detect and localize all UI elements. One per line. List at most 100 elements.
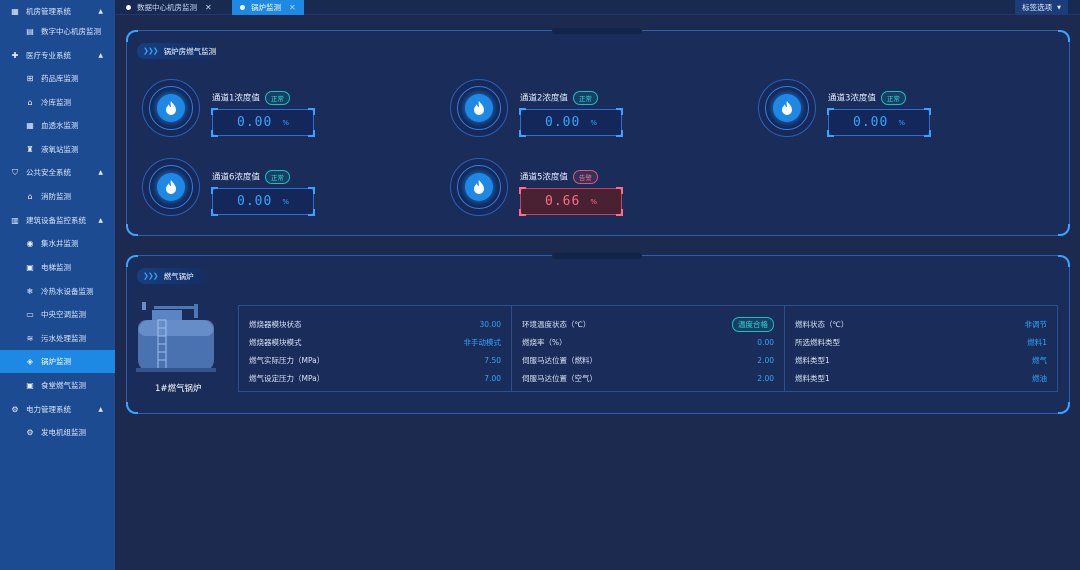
boiler-icon: ◈ xyxy=(26,357,34,366)
tab-dot-icon xyxy=(240,5,245,10)
sidebar-item[interactable]: ▭ 中央空调监测 xyxy=(0,303,115,326)
panel-corner xyxy=(1058,30,1070,42)
sidebar-item[interactable]: ≋ 污水处理监测 xyxy=(0,327,115,350)
boiler-info-table: 燃烧器模块状态 30.00 燃烧器模块模式 非手动模式 燃气实际压力（MPa） 7.50 燃… xyxy=(238,305,1058,392)
box-corner xyxy=(924,108,931,115)
box-corner xyxy=(308,130,315,137)
info-row: 伺服马达位置（燃料） 2.00 xyxy=(522,351,774,369)
panel-title-text: 锅炉房燃气监测 xyxy=(163,46,217,56)
concentration-value: 0.00 xyxy=(853,115,889,130)
panel-corner xyxy=(126,402,138,414)
box-corner xyxy=(211,108,218,115)
cold-storage-icon: ⌂ xyxy=(27,98,33,107)
sidebar-item[interactable]: ◈ 锅炉监测 xyxy=(0,350,115,373)
sidebar-group[interactable]: ✚ 医疗专业系统 ▲ xyxy=(0,44,115,67)
panel-corner xyxy=(1058,224,1070,236)
sidebar-item-label: 建筑设备监控系统 xyxy=(26,216,86,225)
info-row: 燃气设定压力（MPa） 7.00 xyxy=(249,369,501,387)
sidebar-group[interactable]: ⛉ 公共安全系统 ▲ xyxy=(0,161,115,184)
info-value: 7.00 xyxy=(484,373,501,383)
box-corner xyxy=(616,209,623,216)
info-key: 燃料类型1 xyxy=(795,355,830,365)
tab-label: 数据中心机房监测 xyxy=(137,3,197,12)
concentration-unit: % xyxy=(282,197,289,206)
aircon-icon: ▭ xyxy=(26,310,34,319)
tag-options-button[interactable]: 标签选项 ▼ xyxy=(1015,0,1068,15)
server-icon: ▤ xyxy=(26,27,34,36)
panel-corner xyxy=(126,30,138,42)
info-row: 燃气实际压力（MPa） 7.50 xyxy=(249,351,501,369)
generator-icon: ⚙ xyxy=(26,428,34,437)
status-badge: 告警 xyxy=(572,170,598,184)
building-monitor-icon: ▥ xyxy=(11,216,19,225)
sidebar-item-label: 电力管理系统 xyxy=(26,405,71,414)
concentration-value: 0.00 xyxy=(237,115,273,130)
channel-name: 通道6浓度值 xyxy=(212,172,260,183)
info-row: 燃料状态（℃） 非调节 xyxy=(795,315,1047,333)
power-icon: ⚙ xyxy=(11,405,19,414)
close-icon[interactable]: ✕ xyxy=(289,3,296,12)
box-corner xyxy=(827,108,834,115)
info-value: 非手动模式 xyxy=(463,337,502,347)
sidebar-item[interactable]: ▣ 电梯监测 xyxy=(0,256,115,279)
concentration-value-box: 0.66% xyxy=(519,187,623,216)
panel-title: ❯❯❯ 锅炉房燃气监测 xyxy=(137,43,217,59)
sidebar-item[interactable]: ▣ 食堂燃气监测 xyxy=(0,374,115,397)
info-row: 燃料类型1 燃气 xyxy=(795,351,1047,369)
status-badge: 正常 xyxy=(264,170,290,184)
chevron-up-icon: ▲ xyxy=(98,8,103,15)
panel-notch xyxy=(552,253,642,259)
info-key: 伺服马达位置（空气） xyxy=(522,373,597,383)
info-row: 伺服马达位置（空气） 2.00 xyxy=(522,369,774,387)
tab-data-center[interactable]: 数据中心机房监测 ✕ xyxy=(118,0,220,15)
sidebar-item[interactable]: ⚙ 发电机组监测 xyxy=(0,421,115,444)
flame-icon xyxy=(465,173,493,201)
sewage-icon: ≋ xyxy=(26,334,34,343)
sidebar-item-label: 药品库监测 xyxy=(41,74,79,83)
info-value: 2.00 xyxy=(757,355,774,365)
box-corner xyxy=(616,187,623,194)
sidebar-item[interactable]: ▦ 血透水监测 xyxy=(0,114,115,137)
flame-icon xyxy=(465,94,493,122)
tab-boiler[interactable]: 锅炉监测 ✕ xyxy=(232,0,304,15)
concentration-unit: % xyxy=(282,118,289,127)
sidebar-item[interactable]: ◉ 集水井监测 xyxy=(0,232,115,255)
sidebar-item[interactable]: ⌂ 消防监测 xyxy=(0,185,115,208)
sidebar-group[interactable]: ▥ 建筑设备监控系统 ▲ xyxy=(0,209,115,232)
chevron-up-icon: ▲ xyxy=(98,217,103,224)
concentration-unit: % xyxy=(898,118,905,127)
info-key: 燃烧率（%） xyxy=(522,337,567,347)
caret-down-icon: ▼ xyxy=(1057,4,1061,11)
flame-icon xyxy=(773,94,801,122)
info-value: 燃气 xyxy=(1032,355,1047,365)
close-icon[interactable]: ✕ xyxy=(205,3,212,12)
sidebar-item-label: 数字中心机房监测 xyxy=(41,27,101,36)
tab-dot-icon xyxy=(126,5,131,10)
sidebar-item[interactable]: ❄ 冷热水设备监测 xyxy=(0,280,115,303)
sidebar-item[interactable]: ⊞ 药品库监测 xyxy=(0,67,115,90)
info-row: 燃烧器模块状态 30.00 xyxy=(249,315,501,333)
sidebar-item[interactable]: ▤ 数字中心机房监测 xyxy=(0,20,115,43)
info-row: 燃烧器模块模式 非手动模式 xyxy=(249,333,501,351)
sidebar-item-label: 锅炉监测 xyxy=(41,357,71,366)
channel-label: 通道5浓度值 告警 xyxy=(520,170,598,184)
info-column: 燃料状态（℃） 非调节 所选燃料类型 燃料1 燃料类型1 燃气 燃料类型1 燃油 xyxy=(785,306,1057,391)
panel-corner xyxy=(126,255,138,267)
sidebar-item-label: 发电机组监测 xyxy=(41,428,86,437)
boiler-name: 1#燃气锅炉 xyxy=(155,384,202,394)
info-key: 燃气设定压力（MPa） xyxy=(249,373,325,383)
chevrons-icon: ❯❯❯ xyxy=(143,272,159,280)
info-key: 所选燃料类型 xyxy=(795,337,840,347)
sidebar-item[interactable]: ⌂ 冷库监测 xyxy=(0,91,115,114)
info-value: 燃料1 xyxy=(1027,337,1047,347)
info-key: 燃料状态（℃） xyxy=(795,319,849,329)
box-corner xyxy=(827,130,834,137)
sidebar-group[interactable]: ⚙ 电力管理系统 ▲ xyxy=(0,398,115,421)
info-column: 环境温度状态（℃） 温度合格 燃烧率（%） 0.00 伺服马达位置（燃料） 2.00 伺服马… xyxy=(512,306,785,391)
info-value: 温度合格 xyxy=(732,316,774,332)
box-corner xyxy=(519,130,526,137)
concentration-value: 0.00 xyxy=(545,115,581,130)
box-corner xyxy=(211,209,218,216)
sidebar-item[interactable]: ♜ 液氧站监测 xyxy=(0,138,115,161)
channel-label: 通道1浓度值 正常 xyxy=(212,91,290,105)
